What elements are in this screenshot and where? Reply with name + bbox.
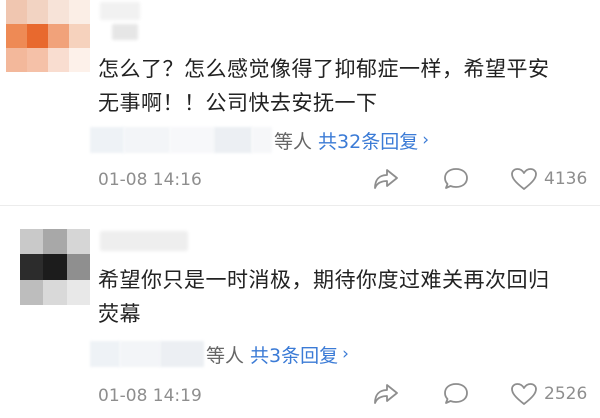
- avatar-blurred[interactable]: [6, 0, 90, 72]
- comment-button[interactable]: [442, 381, 470, 407]
- comment-text-line: 无事啊！！公司快去安抚一下: [98, 91, 378, 115]
- comment-button[interactable]: [442, 166, 470, 192]
- comment-text: 希望你只是一时消极，期待你度过难关再次回归 荧幕: [98, 263, 584, 331]
- chevron-right-icon: ›: [422, 130, 430, 150]
- share-arrow-icon: [374, 169, 398, 189]
- weibo-comment-list: 怎么了？怎么感觉像得了抑郁症一样，希望平安 无事啊！！公司快去安抚一下 等人 共…: [0, 0, 600, 418]
- view-replies-link[interactable]: 共32条回复: [318, 127, 418, 154]
- replier-names-blurred: [90, 341, 204, 367]
- reply-others-label: 等人: [206, 344, 245, 367]
- username-blurred[interactable]: [100, 231, 188, 251]
- comment-text-line: 希望你只是一时消极，期待你度过难关再次回归: [98, 268, 550, 292]
- like-count: 4136: [544, 169, 588, 189]
- reply-summary[interactable]: 等人 共32条回复 ›: [90, 125, 429, 155]
- comment-text-line: 怎么了？怎么感觉像得了抑郁症一样，希望平安: [98, 57, 550, 81]
- comment-text: 怎么了？怎么感觉像得了抑郁症一样，希望平安 无事啊！！公司快去安抚一下: [98, 52, 584, 120]
- chevron-right-icon: ›: [342, 344, 349, 364]
- username-blurred[interactable]: [100, 2, 140, 20]
- like-button[interactable]: 4136: [510, 166, 587, 192]
- view-replies-link[interactable]: 共3条回复: [250, 341, 338, 368]
- share-arrow-icon: [374, 384, 398, 404]
- heart-icon: [511, 383, 537, 405]
- comment-bubble-icon: [444, 383, 468, 404]
- username-blurred-part: [112, 24, 138, 40]
- comment-text-line: 荧幕: [98, 302, 141, 326]
- share-button[interactable]: [372, 381, 400, 407]
- comment-bubble-icon: [444, 168, 468, 189]
- like-button[interactable]: 2526: [510, 381, 587, 407]
- comment-item: 怎么了？怎么感觉像得了抑郁症一样，希望平安 无事啊！！公司快去安抚一下 等人 共…: [0, 0, 600, 205]
- like-count: 2526: [544, 384, 588, 404]
- share-button[interactable]: [372, 166, 400, 192]
- reply-summary[interactable]: 等人 共3条回复 ›: [90, 339, 349, 369]
- reply-others-label: 等人: [274, 130, 313, 153]
- comment-time: 01-08 14:16: [98, 170, 202, 190]
- heart-icon: [511, 168, 537, 190]
- replier-names-blurred: [90, 127, 272, 153]
- comment-time: 01-08 14:19: [98, 386, 202, 406]
- comment-item: 希望你只是一时消极，期待你度过难关再次回归 荧幕 等人 共3条回复 › 01-0…: [0, 205, 600, 418]
- avatar-blurred[interactable]: [20, 229, 90, 305]
